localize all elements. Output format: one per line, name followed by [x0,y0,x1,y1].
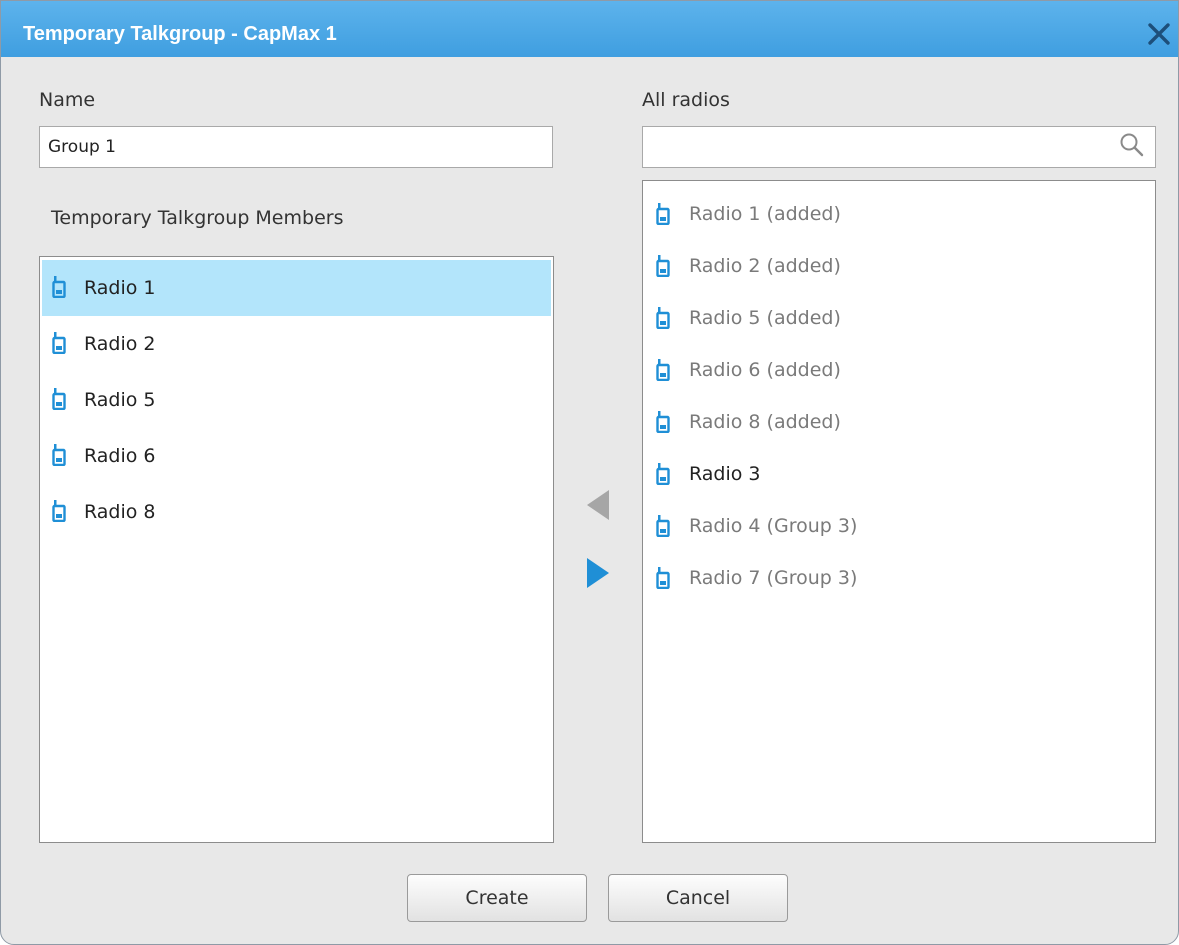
list-item[interactable]: Radio 8 [42,484,551,540]
radio-device-icon [52,444,66,466]
search-icon[interactable] [1118,131,1146,159]
list-item[interactable]: Radio 1 [42,260,551,316]
members-label: Temporary Talkgroup Members [51,207,344,229]
close-icon[interactable] [1144,19,1174,49]
create-button[interactable]: Create [407,874,587,922]
list-item[interactable]: Radio 5 (added) [645,292,1153,344]
list-item[interactable]: Radio 3 [645,448,1153,500]
list-item[interactable]: Radio 2 (added) [645,240,1153,292]
all-radios-label: All radios [642,89,730,111]
list-item-label: Radio 6 [84,445,156,467]
radio-device-icon [656,515,670,537]
cancel-button[interactable]: Cancel [608,874,788,922]
radio-device-icon [656,567,670,589]
list-item[interactable]: Radio 1 (added) [645,188,1153,240]
name-input[interactable] [39,126,553,168]
radio-device-icon [52,388,66,410]
all-radios-list[interactable]: Radio 1 (added) Radio 2 (added) Radio 5 … [642,180,1156,843]
list-item-label: Radio 7 (Group 3) [689,567,858,589]
list-item-label: Radio 8 (added) [689,411,841,433]
members-list[interactable]: Radio 1 Radio 2 Radio 5 Radio 6 Radio 8 [39,256,554,843]
list-item-label: Radio 5 (added) [689,307,841,329]
remove-member-arrow-icon[interactable] [585,488,611,522]
search-input[interactable] [642,126,1156,168]
radio-device-icon [52,500,66,522]
radio-device-icon [52,332,66,354]
list-item[interactable]: Radio 7 (Group 3) [645,552,1153,604]
radio-device-icon [52,276,66,298]
list-item[interactable]: Radio 5 [42,372,551,428]
list-item-label: Radio 1 [84,277,156,299]
radio-device-icon [656,359,670,381]
dialog-title: Temporary Talkgroup - CapMax 1 [23,23,337,45]
list-item-label: Radio 2 [84,333,156,355]
name-label: Name [39,89,96,111]
list-item-label: Radio 1 (added) [689,203,841,225]
add-member-arrow-icon[interactable] [585,556,611,590]
list-item-label: Radio 8 [84,501,156,523]
list-item[interactable]: Radio 8 (added) [645,396,1153,448]
list-item-label: Radio 2 (added) [689,255,841,277]
list-item[interactable]: Radio 2 [42,316,551,372]
radio-device-icon [656,411,670,433]
list-item[interactable]: Radio 6 (added) [645,344,1153,396]
list-item-label: Radio 6 (added) [689,359,841,381]
radio-device-icon [656,463,670,485]
temporary-talkgroup-dialog: Temporary Talkgroup - CapMax 1 Name Temp… [0,0,1179,945]
title-bar: Temporary Talkgroup - CapMax 1 [1,1,1178,57]
list-item[interactable]: Radio 4 (Group 3) [645,500,1153,552]
list-item-label: Radio 4 (Group 3) [689,515,858,537]
list-item-label: Radio 3 [689,463,761,485]
radio-device-icon [656,203,670,225]
radio-device-icon [656,307,670,329]
list-item[interactable]: Radio 6 [42,428,551,484]
list-item-label: Radio 5 [84,389,156,411]
radio-device-icon [656,255,670,277]
